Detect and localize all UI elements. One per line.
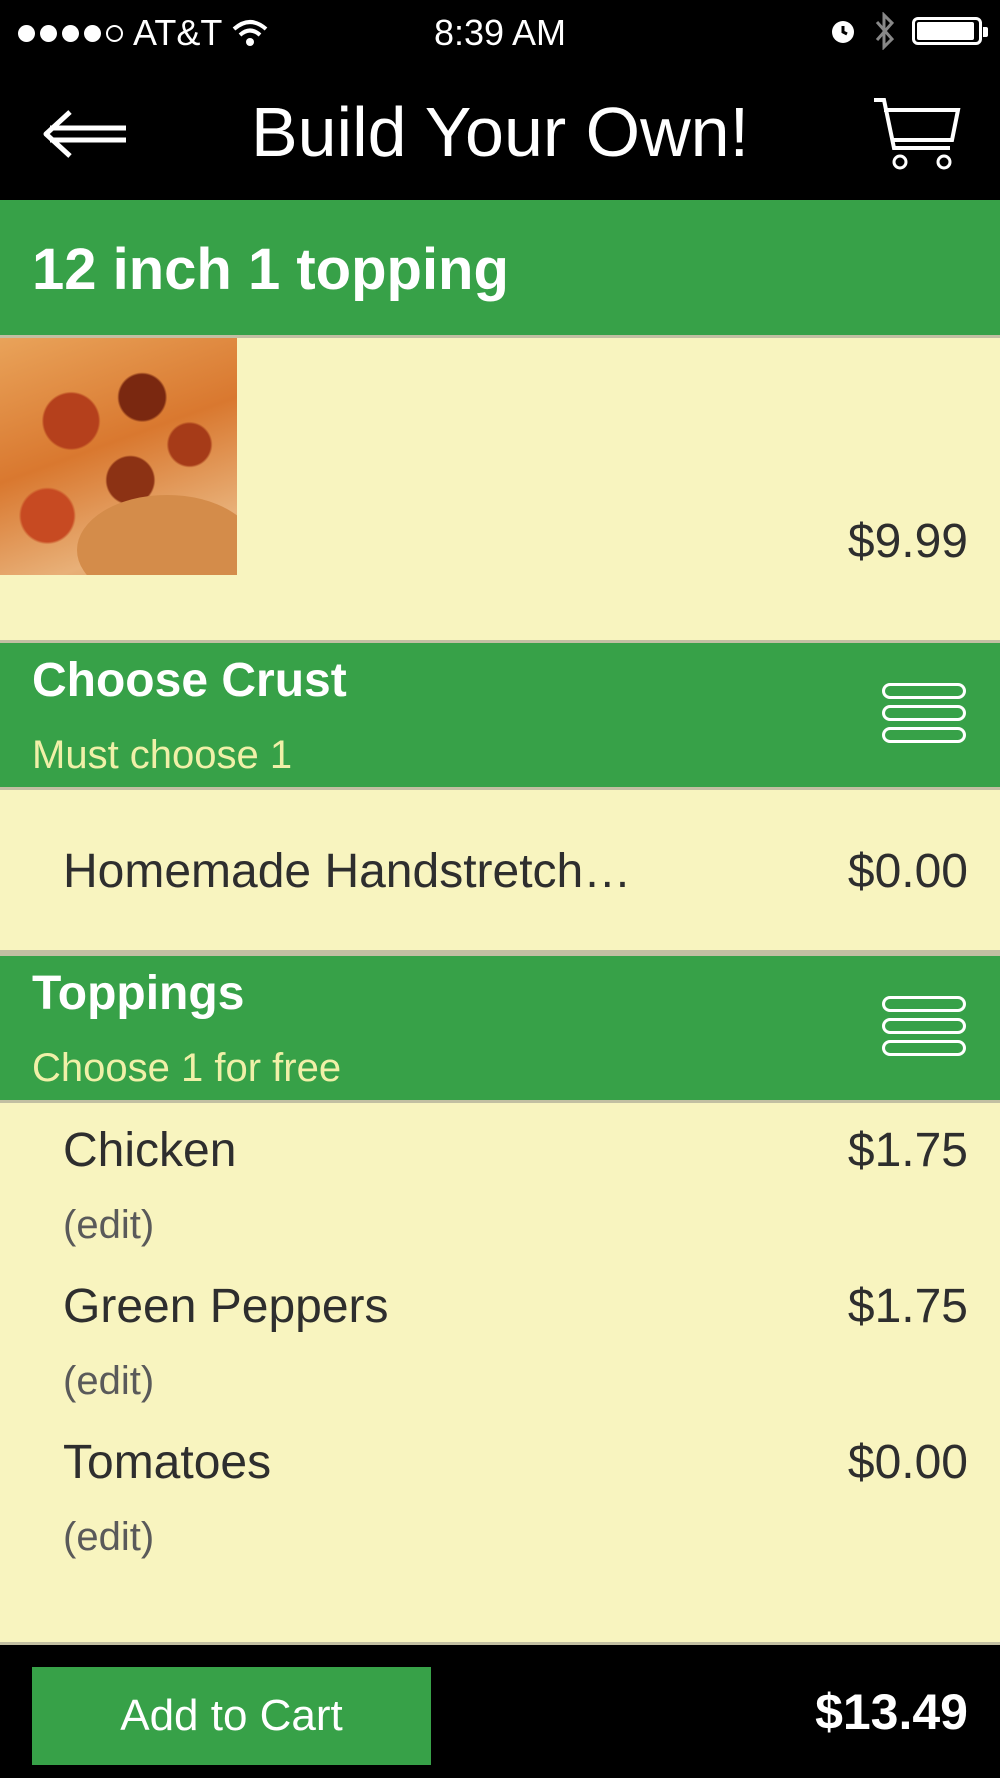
topping-row-green-peppers[interactable]: Green Peppers $1.75 (edit): [0, 1259, 1000, 1415]
edit-link[interactable]: (edit): [63, 1359, 154, 1404]
nav-bar: Build Your Own!: [0, 64, 1000, 200]
cart-icon[interactable]: [872, 96, 962, 172]
crust-section-header[interactable]: Choose Crust Must choose 1: [0, 640, 1000, 790]
topping-name: Green Peppers: [63, 1280, 389, 1333]
battery-icon: [912, 17, 988, 45]
hamburger-menu-icon[interactable]: [882, 996, 966, 1058]
status-bar: AT&T 8:39 AM: [0, 0, 1000, 64]
crust-option-price: $0.00: [847, 845, 968, 898]
crust-option-row[interactable]: Homemade Handstretch… $0.00: [0, 790, 1000, 953]
product-body: $9.99: [0, 338, 1000, 640]
crust-option-name: Homemade Handstretch…: [63, 845, 632, 898]
bluetooth-icon: [875, 12, 895, 50]
topping-price: $0.00: [847, 1436, 968, 1489]
add-to-cart-button[interactable]: Add to Cart: [32, 1667, 431, 1765]
battery-fill: [917, 22, 974, 40]
edit-link[interactable]: (edit): [63, 1515, 154, 1560]
topping-name: Chicken: [63, 1124, 237, 1177]
toppings-section-subtitle: Choose 1 for free: [32, 1046, 342, 1090]
toppings-section-header[interactable]: Toppings Choose 1 for free: [0, 953, 1000, 1103]
alarm-icon: [832, 21, 854, 43]
topping-row-chicken[interactable]: Chicken $1.75 (edit): [0, 1103, 1000, 1259]
topping-row-tomatoes[interactable]: Tomatoes $0.00 (edit): [0, 1415, 1000, 1571]
edit-link[interactable]: (edit): [63, 1203, 154, 1248]
page-title: Build Your Own!: [250, 93, 750, 171]
bottom-bar: Add to Cart $13.49: [0, 1642, 1000, 1778]
toppings-section-title: Toppings: [32, 967, 245, 1020]
product-title: 12 inch 1 topping: [32, 237, 509, 302]
status-right: [828, 12, 988, 50]
topping-price: $1.75: [847, 1124, 968, 1177]
order-total: $13.49: [815, 1684, 968, 1740]
hamburger-menu-icon[interactable]: [882, 683, 966, 745]
crust-section-title: Choose Crust: [32, 654, 347, 707]
topping-name: Tomatoes: [63, 1436, 272, 1489]
pizza-image: [0, 338, 237, 575]
topping-price: $1.75: [847, 1280, 968, 1333]
product-price: $9.99: [847, 515, 968, 568]
product-header: 12 inch 1 topping: [0, 200, 1000, 338]
crust-section-subtitle: Must choose 1: [32, 733, 293, 777]
